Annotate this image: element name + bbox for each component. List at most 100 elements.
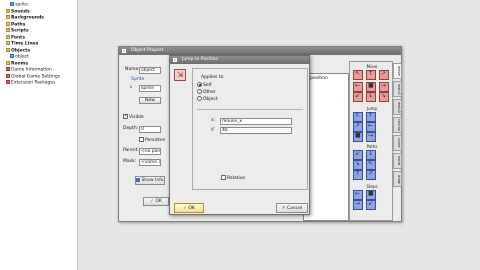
tree-item[interactable]: Extension Packages [6,80,56,86]
tab-score[interactable]: score [393,135,402,151]
tree-item[interactable]: Paths [6,21,26,28]
tree-item[interactable]: Game Information [6,67,52,73]
y-input[interactable]: 46 [220,127,292,134]
tree-item[interactable]: Global Game Settings [6,73,60,80]
action-arrow-icon: ↖ [355,70,361,77]
action-tile[interactable]: ↖ [353,112,363,122]
tab-main2[interactable]: main2 [393,99,402,115]
applies-other-radio[interactable] [197,89,202,94]
action-tile[interactable]: ↓ [366,150,376,160]
jump-to-position-dialog: Jump to Position ⇲ Applies to Self Other… [169,55,310,215]
action-tile[interactable]: ↙ [353,150,363,160]
tree-item[interactable]: Fonts [6,34,25,41]
tab-main1[interactable]: main1 [393,81,402,97]
persistent-checkbox[interactable] [139,137,144,142]
action-tile[interactable]: ↘ [353,160,363,170]
action-arrow-icon: ■ [368,82,374,89]
relative-checkbox-row[interactable]: Relative [221,175,245,182]
applies-object-option[interactable]: Object [197,96,218,103]
new-sprite-button[interactable]: New [139,97,161,104]
x-input[interactable]: mouse_x [220,118,292,125]
parent-select[interactable]: <no paren [139,148,161,155]
action-tile[interactable]: ↖ [366,160,376,170]
action-tile[interactable]: ↗ [353,122,363,132]
action-tile[interactable]: ■ [366,82,376,92]
tree-item-label: Backgrounds [11,15,44,21]
persistent-checkbox-row[interactable]: Persisten [139,137,166,144]
applies-self-radio[interactable] [197,82,202,87]
action-arrow-icon: ↑ [368,112,374,119]
action-tile[interactable]: ■ [366,190,376,200]
visible-checkbox-row[interactable]: Visible [123,113,144,121]
jump-ok-button[interactable]: ✓ OK [174,203,204,213]
tree-item-label: Paths [11,22,26,27]
object-ok-label: OK [155,199,162,204]
action-tile[interactable]: ↓ [366,92,376,102]
depth-input[interactable]: 0 [139,126,161,133]
action-tile[interactable]: → [353,200,363,210]
action-arrow-icon: ↓ [368,150,374,157]
parent-label: Parent: [123,148,139,153]
object-ok-button[interactable]: ✓ OK [143,197,169,206]
visible-label: Visible [129,115,144,120]
action-tile[interactable]: ↙ [366,200,376,210]
relative-checkbox[interactable] [221,175,226,180]
relative-label: Relative [227,176,246,181]
action-tile[interactable]: → [366,132,376,142]
settings-icon [6,80,10,84]
tab-move[interactable]: move [393,63,402,79]
tree-item[interactable]: Backgrounds [6,15,44,21]
applies-object-radio[interactable] [197,96,202,101]
folder-icon [6,15,10,19]
jump-cancel-label: Cancel [286,206,303,211]
action-arrow-icon: ↘ [355,160,361,167]
object-window-title: Object Propert [131,48,164,53]
depth-label: Depth: [123,126,139,131]
tree-item[interactable]: Scripts [6,28,29,34]
show-information-button[interactable]: Show Info [135,176,165,185]
action-tile[interactable]: ↑ [366,70,376,80]
object-window-titlebar[interactable]: Object Propert [119,47,401,55]
mask-select[interactable]: <same as s [139,159,161,166]
action-tile[interactable]: ↙ [353,92,363,102]
action-arrow-icon: ↗ [355,122,361,129]
tree-item[interactable]: Objects [6,47,30,54]
jump-cancel-button[interactable]: ✕ Cancel [276,203,308,213]
action-arrow-icon: ↘ [381,92,387,99]
tree-item[interactable]: Time Lines [6,41,38,47]
sprite-label: Sprite [131,77,145,82]
applies-other-option[interactable]: Other [197,89,216,96]
resource-tree[interactable]: sprite Sounds Backgrounds Paths Scripts Fonts… [0,0,78,270]
jump-ok-label: OK [188,206,195,211]
tree-item[interactable]: Rooms [6,60,28,67]
action-tile[interactable]: ↖ [353,70,363,80]
applies-self-option[interactable]: Self [197,82,211,89]
name-input[interactable]: object [139,67,161,74]
tree-item[interactable]: Sounds [6,8,30,15]
action-tile[interactable]: ← [353,190,363,200]
action-tile[interactable]: ← [366,122,376,132]
action-tile[interactable]: ← [353,82,363,92]
tree-item-label: Sounds [11,9,30,14]
tree-item-label: Scripts [11,28,29,34]
tree-item[interactable]: sprite [10,2,28,8]
visible-checkbox[interactable] [123,113,128,119]
action-tile[interactable]: ■ [353,132,363,142]
tab-extra[interactable]: extra [393,153,402,169]
divider [197,109,303,110]
tab-control[interactable]: control [393,117,402,133]
action-tile[interactable]: ↘ [379,92,389,102]
event-item[interactable]: position [310,76,328,82]
action-tile[interactable]: ↗ [366,170,376,180]
tab-draw[interactable]: draw [393,171,402,187]
action-tile[interactable]: ↗ [379,70,389,80]
palette-group-label: Paths [366,144,378,149]
jump-dialog-titlebar[interactable]: Jump to Position [170,56,309,64]
sprite-select[interactable]: sprite [139,85,161,92]
folder-icon [6,21,10,26]
action-tile[interactable]: ↑ [353,170,363,180]
tree-item[interactable]: object [10,54,29,60]
action-tile[interactable]: ↑ [366,112,376,122]
action-arrow-icon: → [355,200,361,207]
action-tile[interactable]: → [379,82,389,92]
